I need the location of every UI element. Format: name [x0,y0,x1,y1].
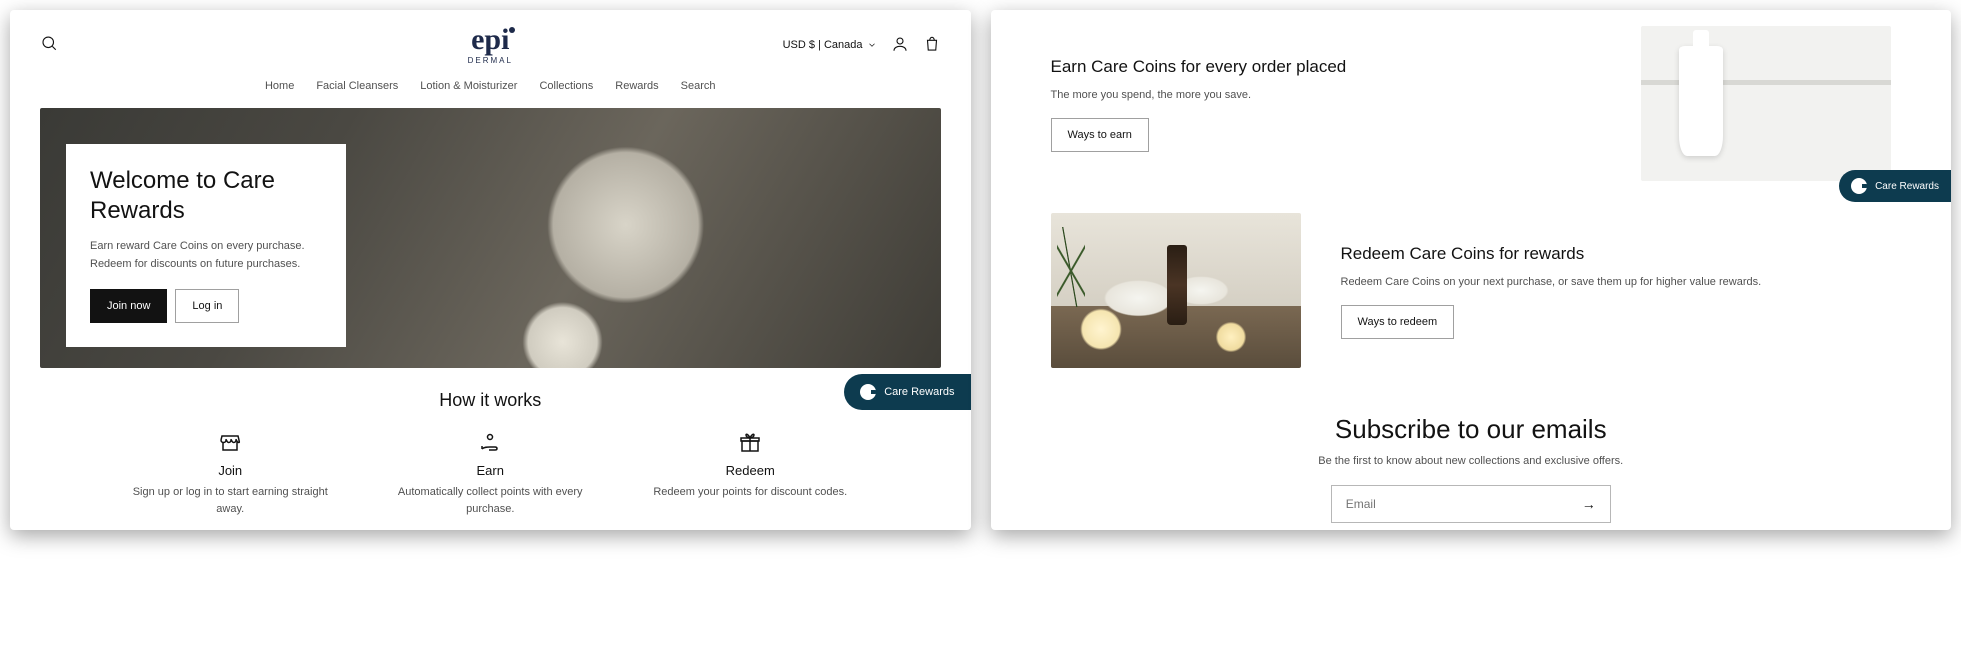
logo-main: epi [471,25,509,55]
storefront-rewards-bottom: Earn Care Coins for every order placed T… [991,10,1952,530]
join-button[interactable]: Join now [90,289,167,323]
nav-item-cleansers[interactable]: Facial Cleansers [316,80,398,92]
how-item-title: Redeem [650,463,850,478]
currency-selector[interactable]: USD $ | Canada [783,39,877,51]
rewards-launcher-icon [1851,178,1867,194]
how-item-join: Join Sign up or log in to start earning … [130,431,330,517]
rewards-launcher-icon [860,384,876,400]
primary-nav: Home Facial Cleansers Lotion & Moisturiz… [10,66,971,108]
email-field-wrapper: → [1331,485,1611,523]
ways-to-earn-button[interactable]: Ways to earn [1051,118,1149,152]
login-button[interactable]: Log in [175,289,239,323]
logo-sub: DERMAL [468,57,513,65]
storefront-rewards-top: epi DERMAL USD $ | Canada Home Facial Cl… [10,10,971,530]
how-title: How it works [40,390,941,411]
site-header: epi DERMAL USD $ | Canada [10,10,971,66]
nav-item-collections[interactable]: Collections [539,80,593,92]
subscribe-section: Subscribe to our emails Be the first to … [991,384,1952,530]
cart-icon[interactable] [923,35,941,56]
earn-image [1641,26,1891,181]
nav-item-home[interactable]: Home [265,80,294,92]
redeem-title: Redeem Care Coins for rewards [1341,242,1892,266]
how-item-body: Sign up or log in to start earning strai… [130,484,330,517]
earn-body: The more you spend, the more you save. [1051,87,1602,105]
hero-body: Earn reward Care Coins on every purchase… [90,238,322,273]
nav-item-lotion[interactable]: Lotion & Moisturizer [420,80,517,92]
hero-card: Welcome to Care Rewards Earn reward Care… [66,144,346,347]
site-logo[interactable]: epi DERMAL [468,25,513,65]
nav-item-rewards[interactable]: Rewards [615,80,658,92]
gift-icon [650,431,850,457]
search-icon[interactable] [40,34,58,57]
redeem-section: Redeem Care Coins for rewards Redeem Car… [991,197,1952,384]
rewards-launcher-label: Care Rewards [1875,181,1939,192]
how-item-body: Automatically collect points with every … [390,484,590,517]
earn-title: Earn Care Coins for every order placed [1051,55,1602,79]
hand-coin-icon [390,431,590,457]
currency-label: USD $ | Canada [783,39,863,51]
email-input[interactable] [1346,497,1576,511]
nav-item-search[interactable]: Search [681,80,716,92]
chevron-down-icon [867,40,877,50]
account-icon[interactable] [891,35,909,56]
ways-to-redeem-button[interactable]: Ways to redeem [1341,305,1455,339]
how-item-body: Redeem your points for discount codes. [650,484,850,501]
subscribe-body: Be the first to know about new collectio… [1051,455,1892,467]
earn-section: Earn Care Coins for every order placed T… [991,10,1952,197]
hero-title: Welcome to Care Rewards [90,166,322,226]
how-item-title: Join [130,463,330,478]
rewards-launcher[interactable]: Care Rewards [1839,170,1951,202]
how-item-redeem: Redeem Redeem your points for discount c… [650,431,850,517]
storefront-icon [130,431,330,457]
submit-arrow-icon[interactable]: → [1576,492,1602,516]
hero-banner: Welcome to Care Rewards Earn reward Care… [40,108,941,368]
redeem-body: Redeem Care Coins on your next purchase,… [1341,274,1892,292]
how-item-title: Earn [390,463,590,478]
rewards-launcher[interactable]: Care Rewards [844,374,970,410]
how-it-works: How it works Join Sign up or log in to s… [10,368,971,517]
rewards-launcher-label: Care Rewards [884,386,954,398]
redeem-image [1051,213,1301,368]
how-item-earn: Earn Automatically collect points with e… [390,431,590,517]
subscribe-title: Subscribe to our emails [1051,414,1892,445]
